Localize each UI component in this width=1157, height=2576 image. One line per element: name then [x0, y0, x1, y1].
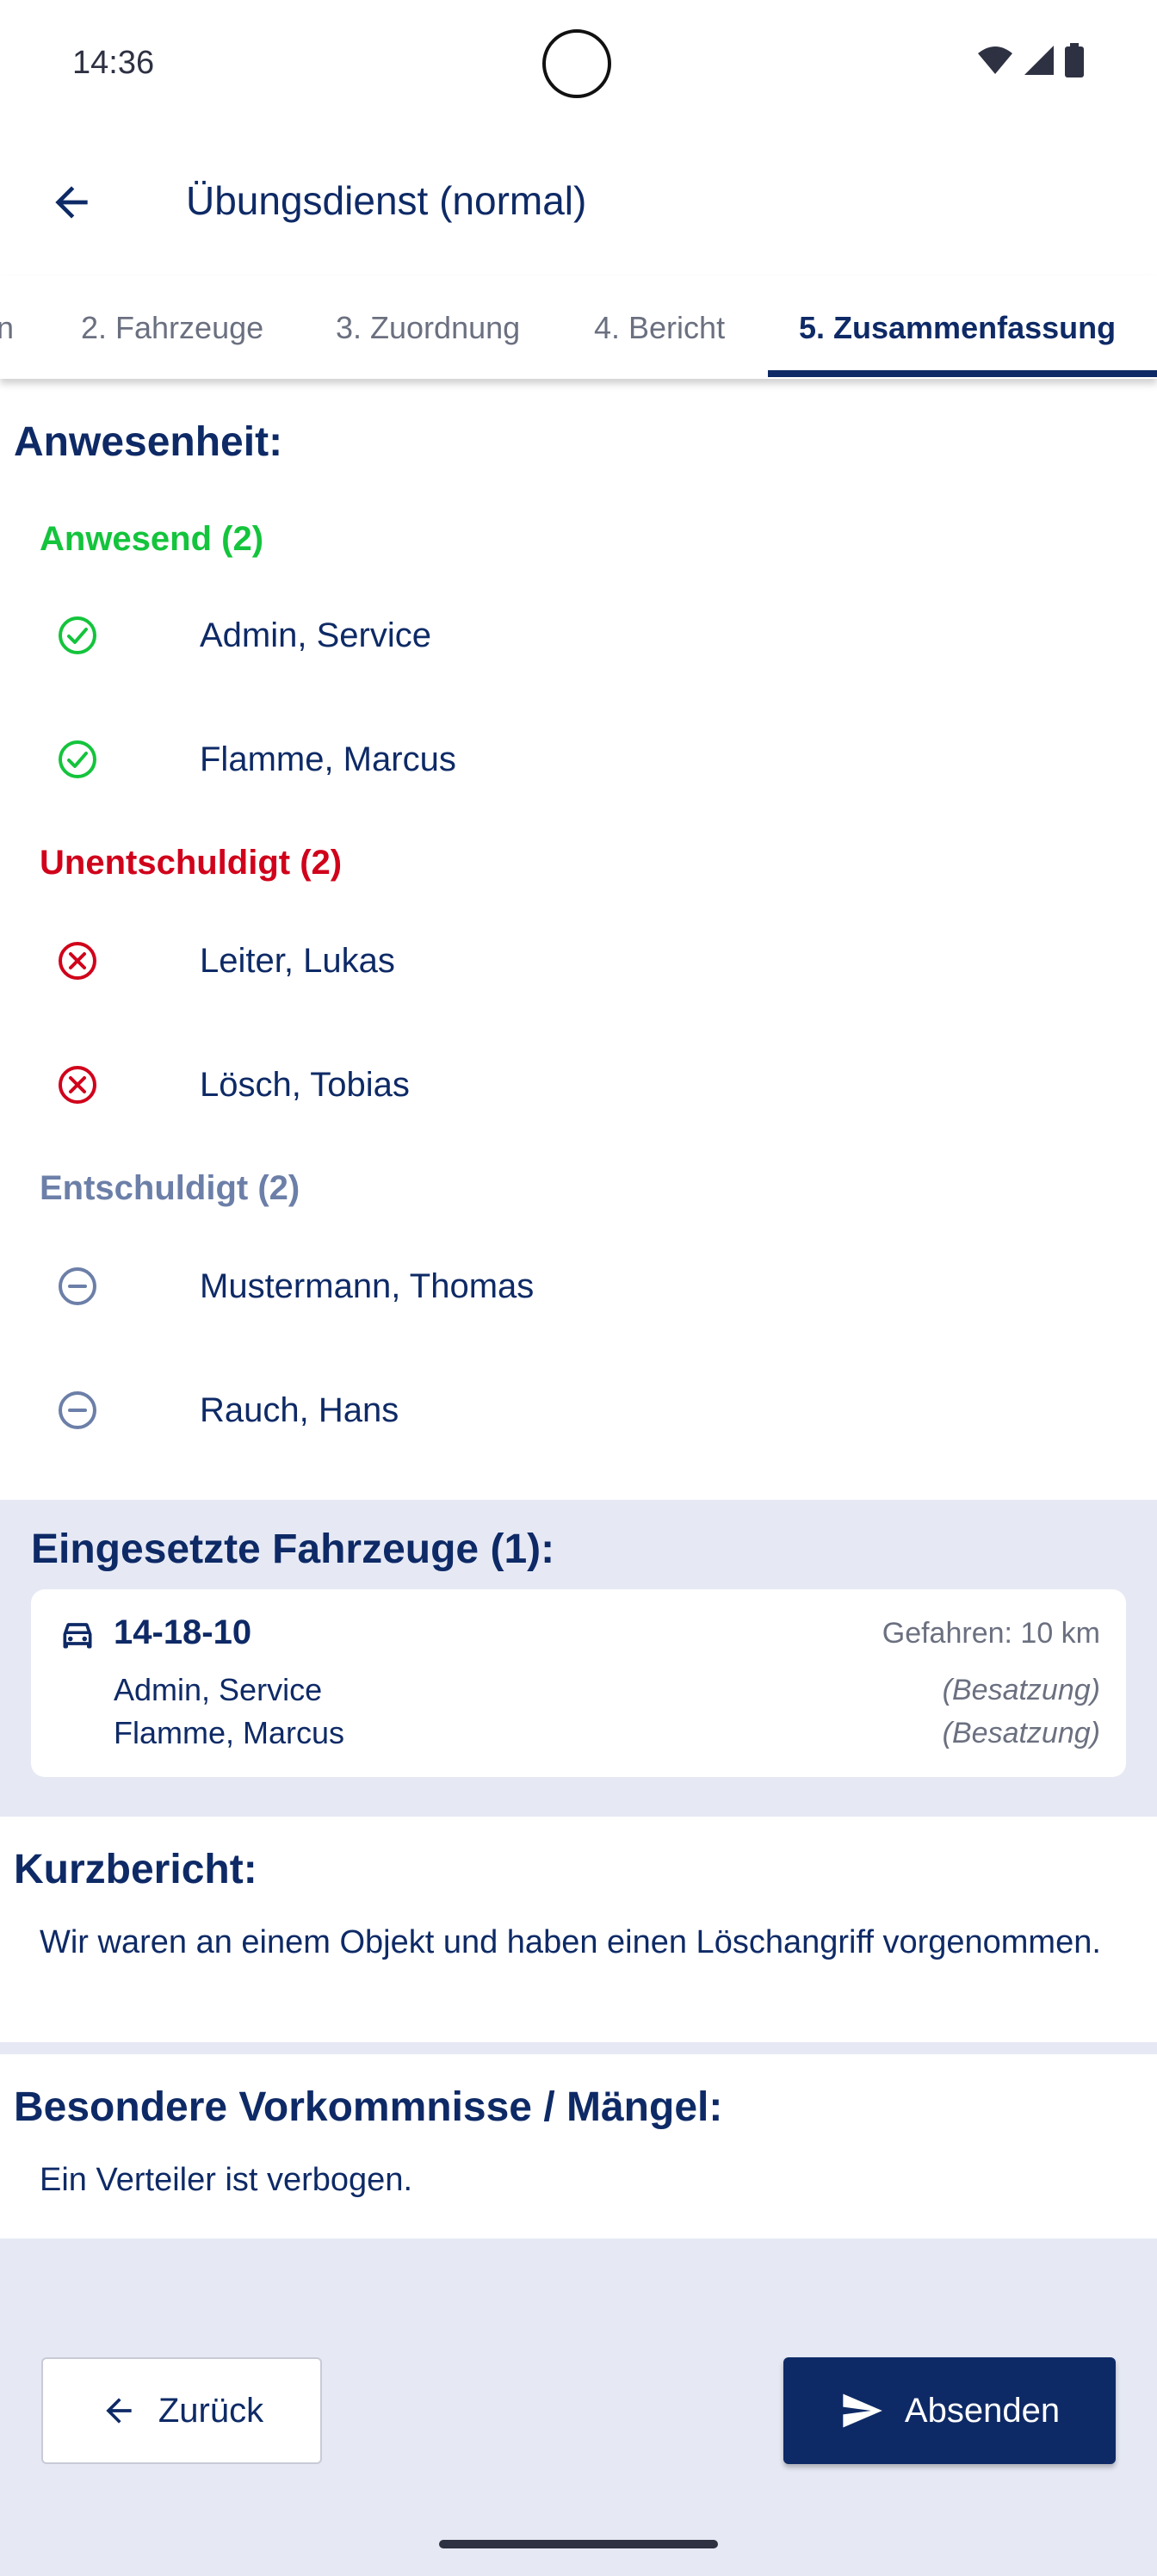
camera-cutout — [542, 29, 611, 98]
vehicle-name: 14-18-10 — [114, 1613, 252, 1651]
crew-member-role: (Besatzung) — [942, 1717, 1100, 1749]
app-screen: 14:36 Übungsdienst (normal) n 2. Fahrzeu… — [0, 0, 1157, 2576]
attendance-row[interactable]: Mustermann, Thomas — [0, 1240, 1157, 1334]
minus-circle-icon — [59, 1267, 96, 1305]
page-title: Übungsdienst (normal) — [186, 178, 587, 223]
vehicle-distance: Gefahren: 10 km — [882, 1617, 1100, 1650]
minus-circle-icon — [59, 1391, 96, 1429]
person-name: Leiter, Lukas — [200, 942, 395, 980]
crew-member-role: (Besatzung) — [942, 1674, 1100, 1706]
incidents-title: Besondere Vorkommnisse / Mängel: — [14, 2084, 723, 2130]
x-circle-icon — [59, 942, 96, 980]
present-group-title: Anwesend (2) — [40, 520, 264, 558]
battery-icon — [1065, 43, 1084, 77]
home-indicator[interactable] — [439, 2540, 718, 2548]
attendance-row[interactable]: Admin, Service — [0, 589, 1157, 684]
tab-step-1[interactable]: n — [0, 310, 14, 346]
crew-member-name: Flamme, Marcus — [114, 1715, 345, 1750]
app-bar: Übungsdienst (normal) — [0, 129, 1157, 276]
tab-report[interactable]: 4. Bericht — [594, 310, 725, 346]
short-report-section: Kurzbericht: Wir waren an einem Objekt u… — [0, 1817, 1157, 2042]
status-time: 14:36 — [72, 45, 155, 81]
send-button-label: Absenden — [904, 2391, 1061, 2430]
arrow-left-icon — [55, 186, 88, 219]
person-name: Rauch, Hans — [200, 1391, 399, 1429]
cellular-signal-icon — [1024, 46, 1054, 75]
attendance-row[interactable]: Lösch, Tobias — [0, 1038, 1157, 1133]
active-tab-indicator — [768, 370, 1157, 377]
short-report-title: Kurzbericht: — [14, 1847, 257, 1892]
step-tabs: n 2. Fahrzeuge 3. Zuordnung 4. Bericht 5… — [0, 276, 1157, 379]
back-arrow-button[interactable] — [41, 172, 102, 232]
x-circle-icon — [59, 1066, 96, 1104]
tab-assignment[interactable]: 3. Zuordnung — [336, 310, 520, 346]
short-report-text: Wir waren an einem Objekt und haben eine… — [40, 1924, 1101, 1960]
person-name: Flamme, Marcus — [200, 740, 456, 778]
car-icon — [63, 1623, 92, 1649]
status-icons — [976, 43, 1085, 77]
incidents-section: Besondere Vorkommnisse / Mängel: Ein Ver… — [0, 2054, 1157, 2239]
crew-member-name: Admin, Service — [114, 1672, 323, 1707]
back-button[interactable]: Zurück — [41, 2357, 322, 2464]
back-button-label: Zurück — [158, 2391, 264, 2430]
send-icon — [843, 2393, 882, 2428]
person-name: Lösch, Tobias — [200, 1066, 410, 1104]
status-bar: 14:36 — [0, 0, 1157, 129]
person-name: Mustermann, Thomas — [200, 1267, 535, 1305]
wifi-icon — [978, 46, 1012, 74]
attendance-title: Anwesenheit: — [14, 419, 283, 465]
vehicle-card[interactable]: 14-18-10 Gefahren: 10 km Admin, Service … — [31, 1589, 1126, 1777]
attendance-row[interactable]: Leiter, Lukas — [0, 914, 1157, 1009]
check-circle-icon — [59, 616, 96, 654]
incidents-text: Ein Verteiler ist verbogen. — [40, 2162, 413, 2198]
vehicles-title: Eingesetzte Fahrzeuge (1): — [31, 1526, 555, 1572]
check-circle-icon — [59, 740, 96, 778]
unexcused-group-title: Unentschuldigt (2) — [40, 844, 343, 882]
tab-vehicles[interactable]: 2. Fahrzeuge — [81, 310, 263, 346]
person-name: Admin, Service — [200, 616, 431, 654]
excused-group-title: Entschuldigt (2) — [40, 1169, 300, 1207]
section-divider — [0, 2042, 1157, 2054]
attendance-row[interactable]: Rauch, Hans — [0, 1364, 1157, 1458]
arrow-left-icon — [106, 2398, 132, 2424]
attendance-row[interactable]: Flamme, Marcus — [0, 713, 1157, 808]
tab-summary[interactable]: 5. Zusammenfassung — [799, 310, 1116, 346]
send-button[interactable]: Absenden — [783, 2357, 1116, 2464]
